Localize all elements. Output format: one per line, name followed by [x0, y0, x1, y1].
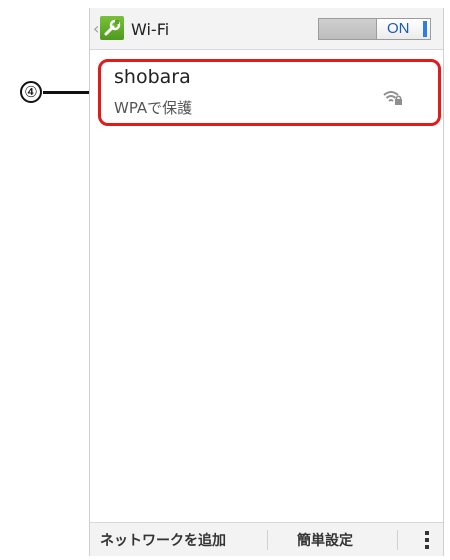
page-title: Wi-Fi: [131, 20, 170, 39]
wrench-icon[interactable]: [100, 16, 124, 40]
add-network-button[interactable]: ネットワークを追加: [100, 530, 226, 550]
callout-number: ④: [24, 83, 38, 101]
divider: [397, 530, 398, 550]
page: ④ ‹ Wi-Fi ON shobara WPAで保護 ネットワークを追加 簡単…: [0, 0, 450, 560]
toggle-on-segment: ON: [376, 19, 430, 39]
wifi-toggle[interactable]: ON: [318, 18, 431, 40]
divider: [267, 530, 268, 550]
toggle-indicator: [423, 21, 427, 37]
overflow-menu-icon[interactable]: [424, 529, 430, 555]
action-bar: ‹ Wi-Fi ON: [90, 8, 443, 50]
toggle-on-label: ON: [387, 20, 410, 37]
back-chevron-icon[interactable]: ‹: [93, 21, 99, 37]
highlight-box: [98, 59, 441, 126]
easy-setup-button[interactable]: 簡単設定: [297, 530, 353, 550]
bottom-action-bar: ネットワークを追加 簡単設定: [90, 522, 443, 556]
